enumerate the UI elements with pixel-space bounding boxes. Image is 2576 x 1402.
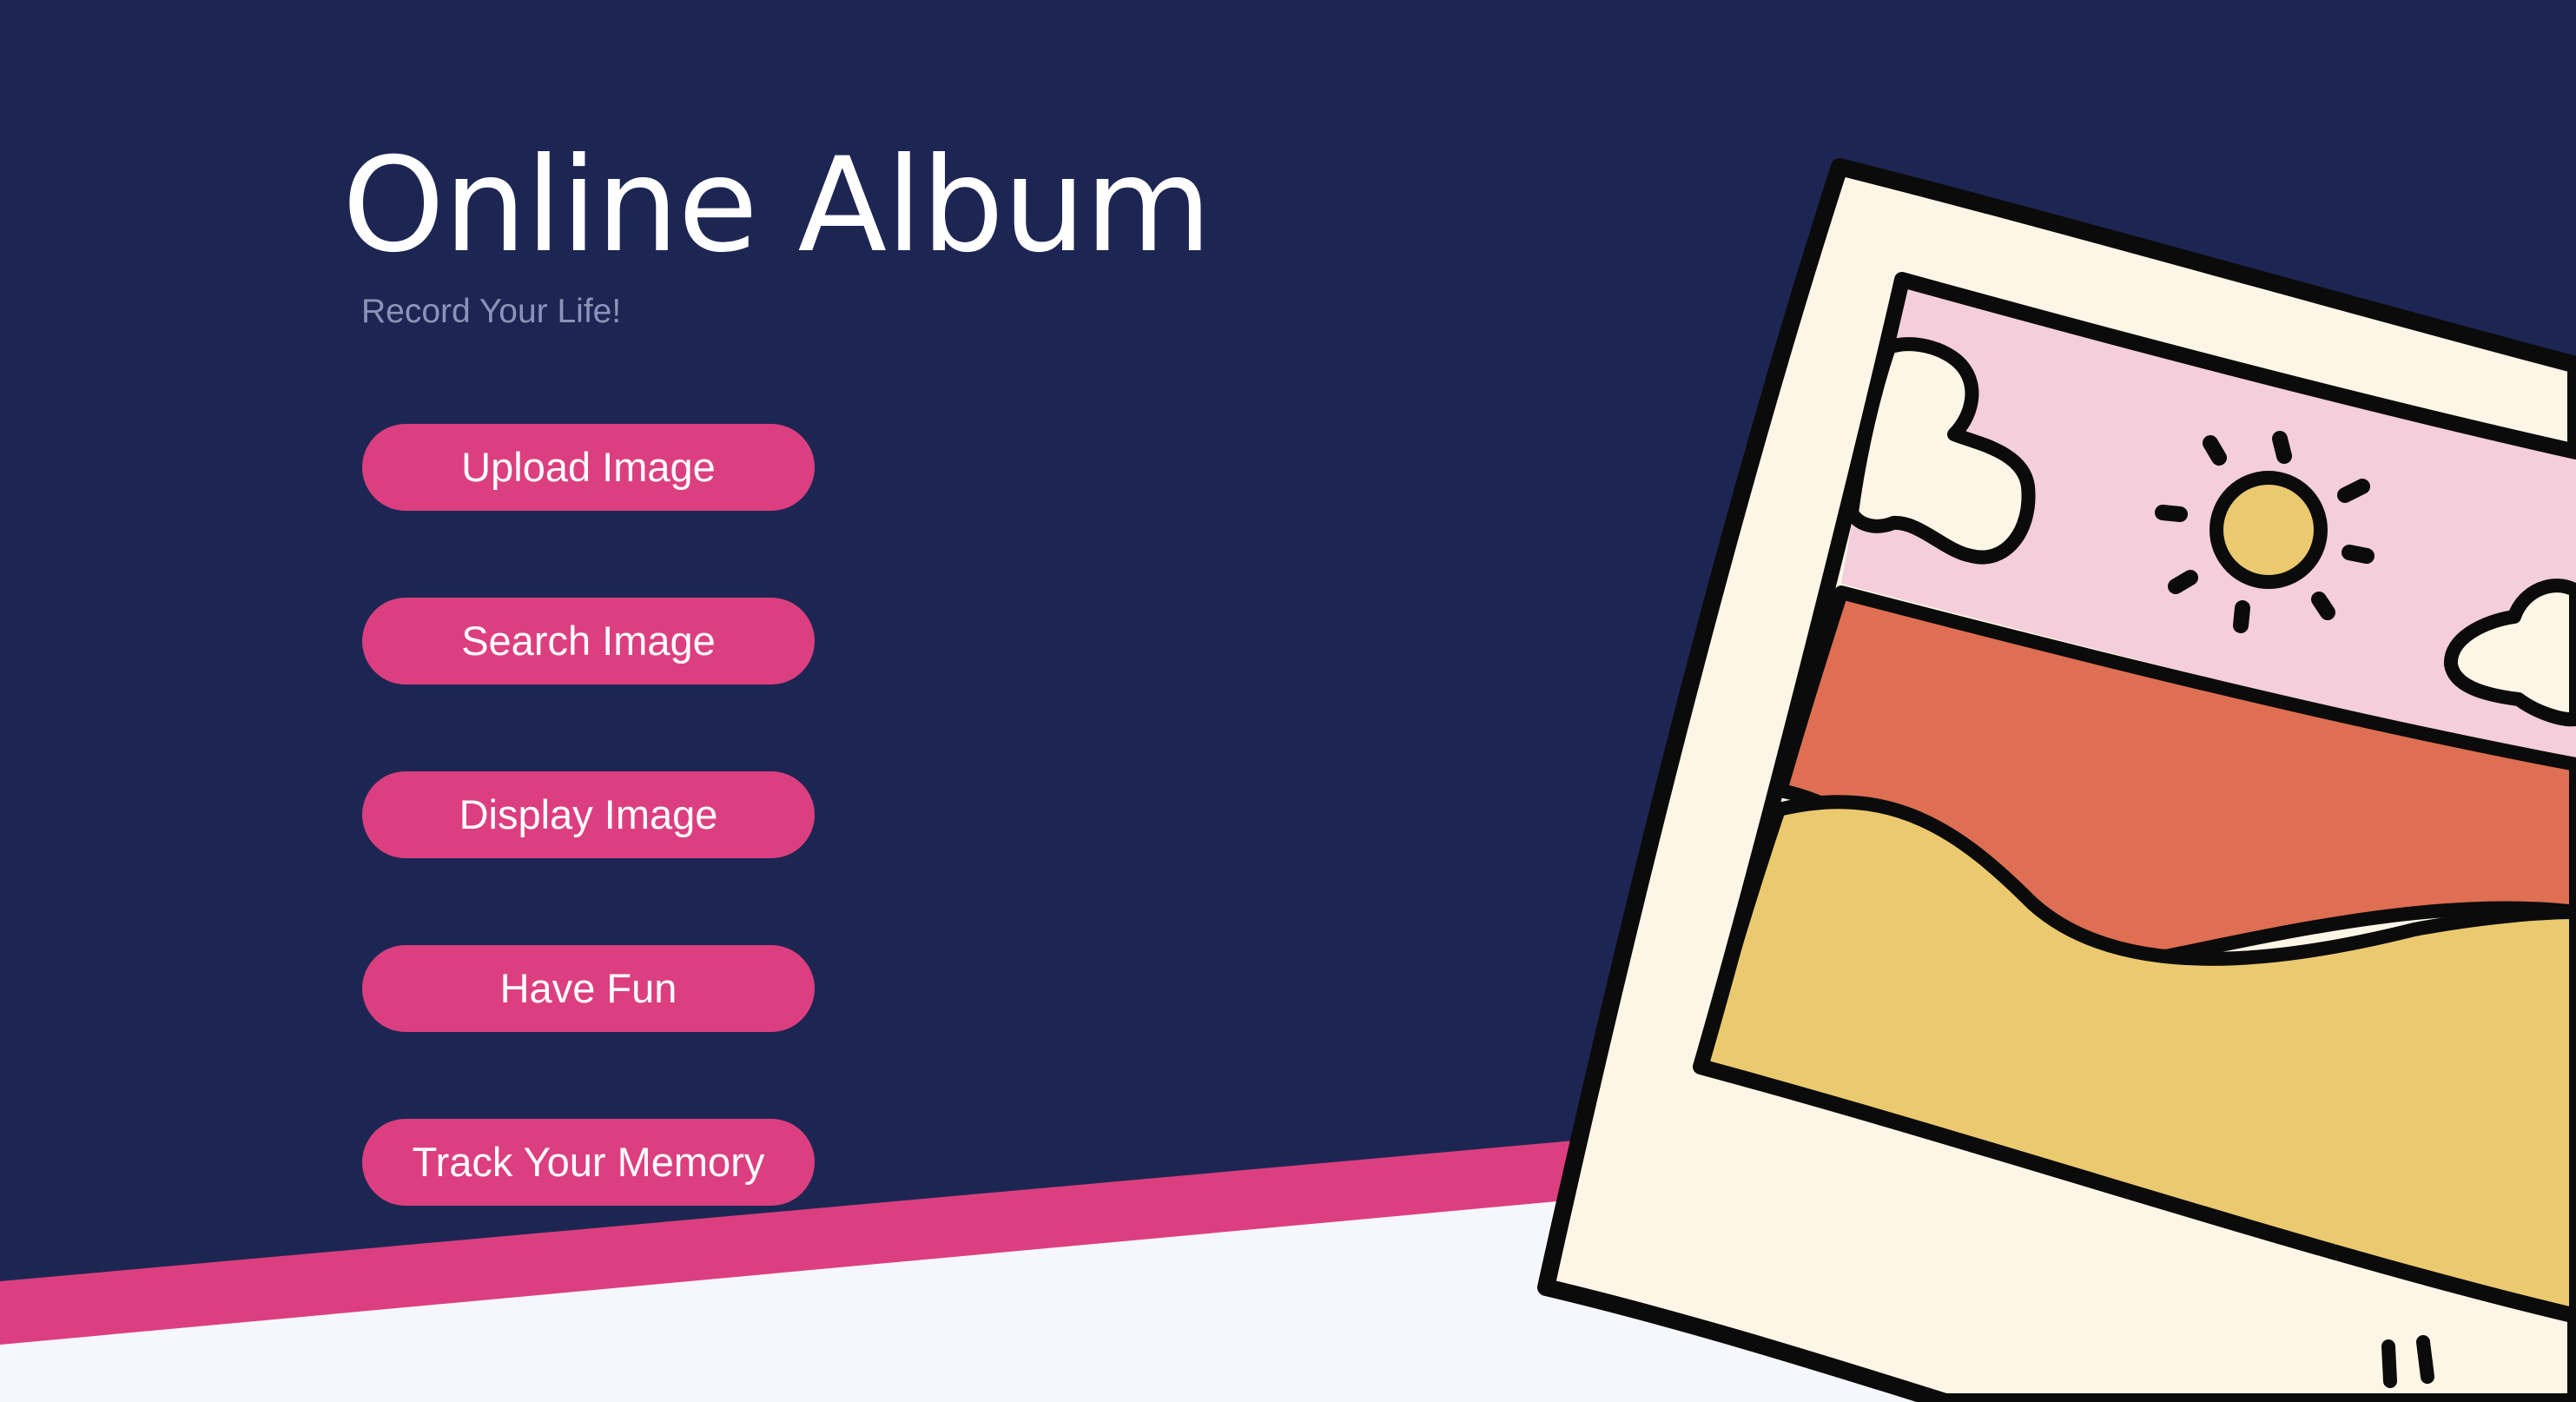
page-title: Online Album [342, 130, 1212, 281]
landing-page: Online Album Record Your Life! Upload Im… [0, 0, 2576, 1402]
upload-image-button[interactable]: Upload Image [362, 424, 815, 511]
search-image-button[interactable]: Search Image [362, 598, 815, 684]
polaroid-photo-icon [1537, 158, 2576, 1402]
page-tagline: Record Your Life! [361, 293, 622, 330]
display-image-button[interactable]: Display Image [362, 771, 815, 858]
have-fun-button[interactable]: Have Fun [362, 945, 815, 1032]
main-menu: Upload Image Search Image Display Image … [362, 424, 815, 1293]
track-your-memory-button[interactable]: Track Your Memory [362, 1119, 815, 1206]
